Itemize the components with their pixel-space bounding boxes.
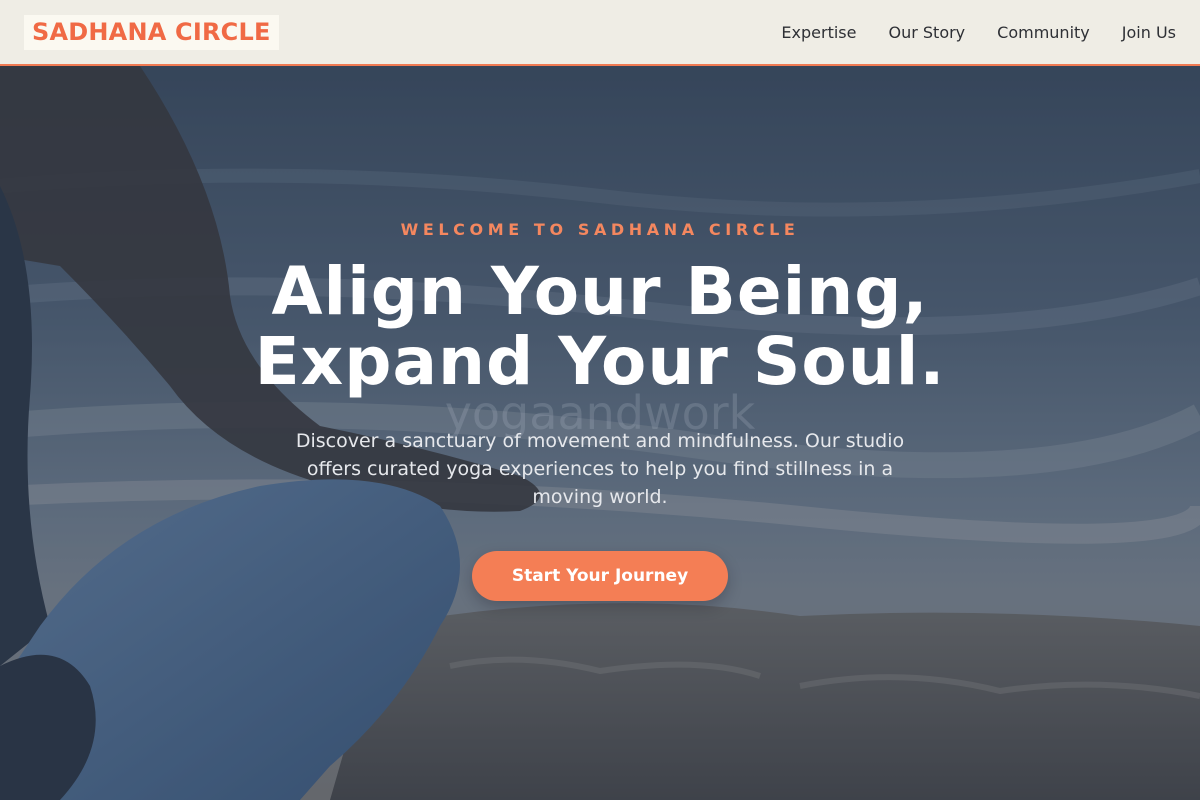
nav-link-our-story[interactable]: Our Story xyxy=(888,23,965,42)
nav-links: Expertise Our Story Community Join Us xyxy=(781,23,1176,42)
hero-headline-line2: Expand Your Soul. xyxy=(254,323,946,400)
site-logo[interactable]: SADHANA CIRCLE xyxy=(24,14,279,50)
nav-link-expertise[interactable]: Expertise xyxy=(781,23,856,42)
hero-subtext: Discover a sanctuary of movement and min… xyxy=(295,430,905,508)
top-navbar: SADHANA CIRCLE Expertise Our Story Commu… xyxy=(0,0,1200,66)
hero-headline: Align Your Being, Expand Your Soul. xyxy=(0,257,1200,397)
hero-eyebrow: WELCOME TO SADHANA CIRCLE xyxy=(400,220,800,239)
nav-link-join-us[interactable]: Join Us xyxy=(1122,23,1176,42)
hero-headline-line1: Align Your Being, xyxy=(271,253,929,330)
hero-content: WELCOME TO SADHANA CIRCLE Align Your Bei… xyxy=(0,220,1200,601)
nav-link-community[interactable]: Community xyxy=(997,23,1090,42)
start-journey-button[interactable]: Start Your Journey xyxy=(471,551,729,601)
hero-section: yogaandwork WELCOME TO SADHANA CIRCLE Al… xyxy=(0,66,1200,800)
